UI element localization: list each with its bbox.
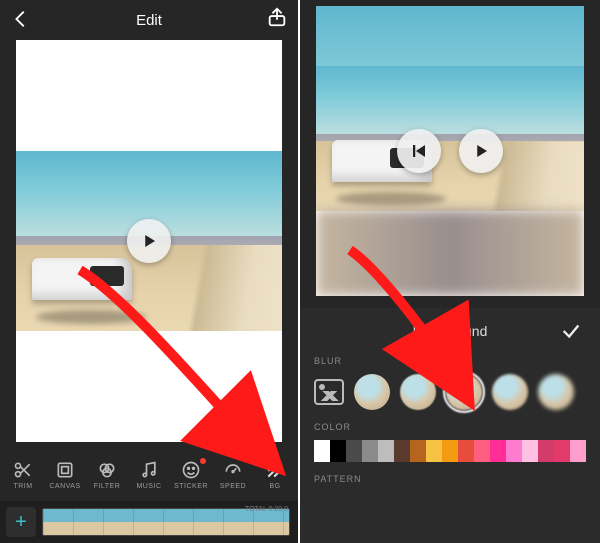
tool-label: TRIM — [13, 483, 32, 490]
tool-trim[interactable]: TRIM — [2, 460, 44, 490]
blur-option-5[interactable] — [538, 374, 574, 410]
color-swatch-5[interactable] — [394, 440, 410, 462]
topbar: Edit — [0, 0, 298, 40]
background-screen: Background BLUR COLOR PATTERN — [300, 0, 600, 543]
color-swatch-0[interactable] — [314, 440, 330, 462]
color-swatch-7[interactable] — [426, 440, 442, 462]
play-button[interactable] — [127, 219, 171, 263]
tool-label: SPEED — [220, 483, 246, 490]
color-swatch-10[interactable] — [474, 440, 490, 462]
color-swatch-8[interactable] — [442, 440, 458, 462]
add-clip-button[interactable]: + — [6, 507, 36, 537]
color-swatch-2[interactable] — [346, 440, 362, 462]
page-title: Edit — [136, 12, 162, 29]
color-swatch-3[interactable] — [362, 440, 378, 462]
edit-screen: Edit TRIM CANVAS FILTER MUSIC — [0, 0, 300, 543]
tool-sticker[interactable]: STICKER — [170, 460, 212, 490]
color-swatch-12[interactable] — [506, 440, 522, 462]
section-blur-label: BLUR — [314, 356, 586, 366]
color-swatches — [314, 440, 586, 462]
tool-label: CANVAS — [49, 483, 80, 490]
section-color-label: COLOR — [314, 422, 586, 432]
color-swatch-4[interactable] — [378, 440, 394, 462]
blur-option-2[interactable] — [400, 374, 436, 410]
edit-toolbar: TRIM CANVAS FILTER MUSIC STICKER SPEED B… — [0, 449, 298, 501]
preview-canvas[interactable] — [316, 6, 584, 296]
timeline-total-label: TOTAL 0:20.0 — [245, 506, 288, 513]
tool-label: BG — [269, 483, 280, 490]
notification-dot-icon — [200, 458, 206, 464]
tool-label: FILTER — [94, 483, 121, 490]
tool-filter[interactable]: FILTER — [86, 460, 128, 490]
tool-label: MUSIC — [136, 483, 161, 490]
tool-label: STICKER — [174, 483, 208, 490]
confirm-icon[interactable] — [560, 320, 582, 345]
pick-image-icon[interactable] — [314, 379, 344, 405]
color-swatch-6[interactable] — [410, 440, 426, 462]
color-swatch-14[interactable] — [538, 440, 554, 462]
blur-options — [314, 374, 586, 410]
video-canvas[interactable] — [16, 40, 282, 442]
background-panel: Background BLUR COLOR PATTERN — [300, 308, 600, 543]
share-icon[interactable] — [266, 6, 288, 28]
blur-option-4[interactable] — [492, 374, 528, 410]
color-swatch-1[interactable] — [330, 440, 346, 462]
color-swatch-9[interactable] — [458, 440, 474, 462]
blur-option-3[interactable] — [446, 374, 482, 410]
back-icon[interactable] — [10, 8, 32, 30]
play-button[interactable] — [459, 129, 503, 173]
color-swatch-11[interactable] — [490, 440, 506, 462]
tool-music[interactable]: MUSIC — [128, 460, 170, 490]
section-pattern-label: PATTERN — [314, 474, 586, 484]
color-swatch-16[interactable] — [570, 440, 586, 462]
panel-title: Background — [413, 323, 488, 339]
color-swatch-15[interactable] — [554, 440, 570, 462]
tool-canvas[interactable]: CANVAS — [44, 460, 86, 490]
tool-speed[interactable]: SPEED — [212, 460, 254, 490]
prev-button[interactable] — [397, 129, 441, 173]
tool-bg[interactable]: BG — [254, 460, 296, 490]
color-swatch-13[interactable] — [522, 440, 538, 462]
blur-option-1[interactable] — [354, 374, 390, 410]
